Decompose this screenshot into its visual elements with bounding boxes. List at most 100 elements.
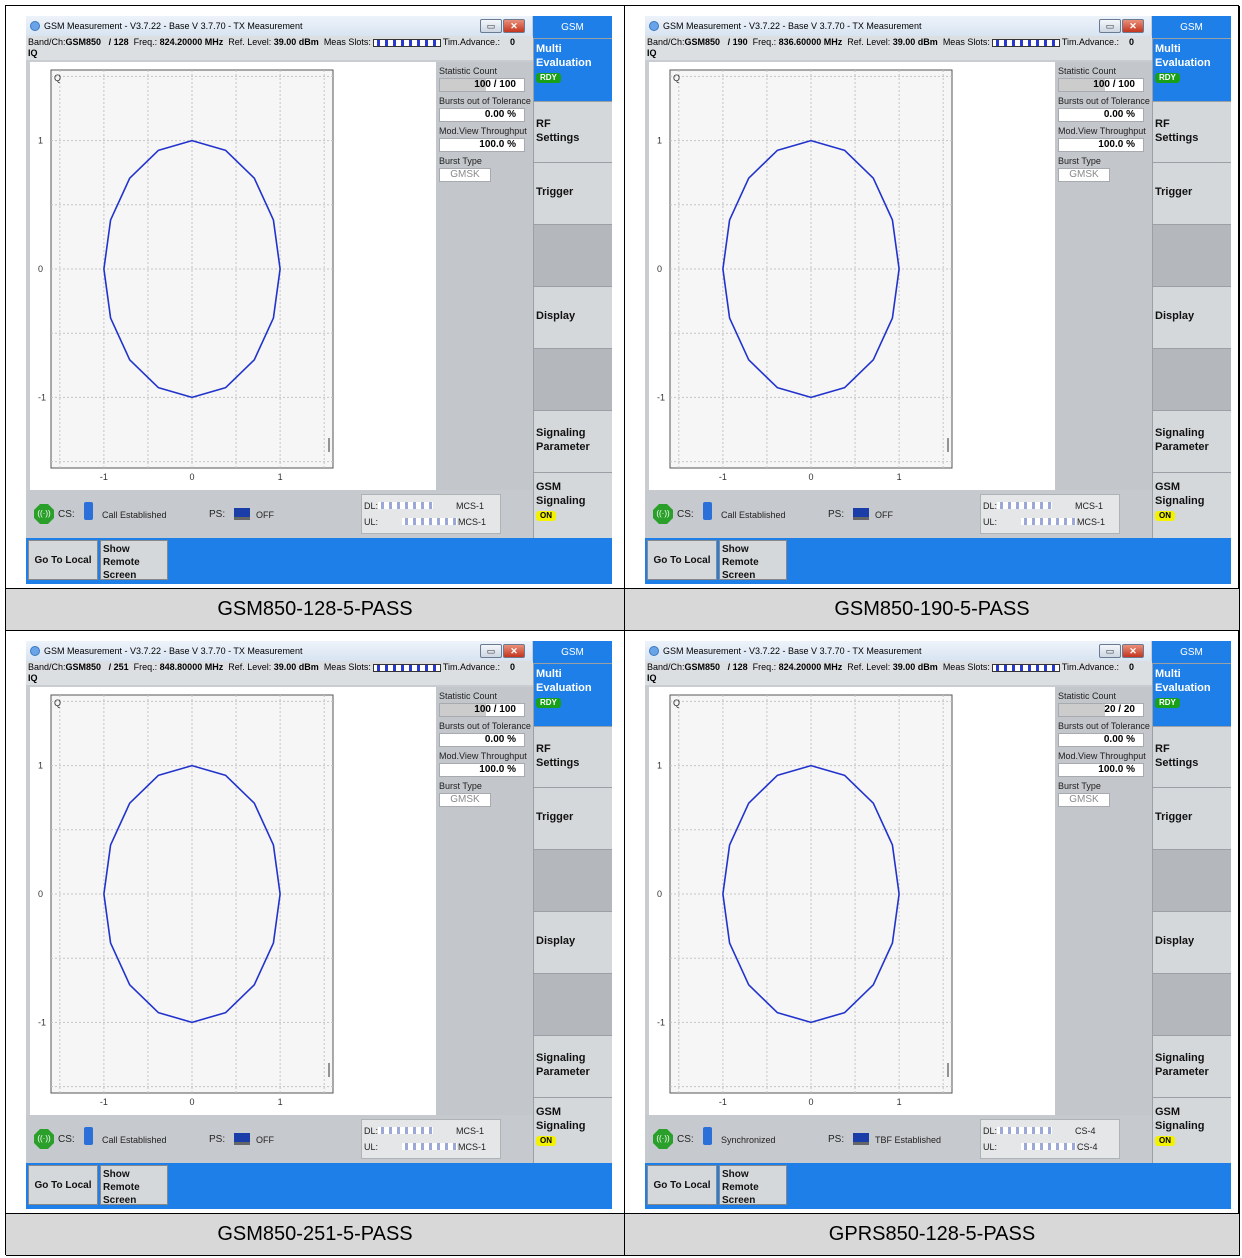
empty-softkey[interactable] bbox=[1152, 224, 1231, 286]
ref-value: 39.00 dBm bbox=[273, 662, 319, 672]
close-button[interactable]: ✕ bbox=[1122, 644, 1144, 658]
meas-slots-label: Meas Slots: bbox=[323, 37, 371, 47]
empty-softkey[interactable] bbox=[1152, 849, 1231, 911]
ul-coding: MCS-1 bbox=[458, 517, 487, 527]
multi-evaluation-softkey[interactable]: Multi Evaluation RDY bbox=[533, 663, 612, 726]
gsm-signaling-softkey[interactable]: GSM Signaling ON bbox=[1152, 472, 1231, 538]
ul-slot-bar bbox=[402, 518, 457, 525]
ps-label: PS: bbox=[209, 1134, 226, 1145]
iq-plot: 1 0 -1 -1 0 1 Q bbox=[30, 62, 436, 490]
empty-softkey[interactable] bbox=[533, 224, 612, 286]
display-softkey[interactable]: Display bbox=[1152, 286, 1231, 348]
tim-adv-label: Tim.Advance.: bbox=[442, 662, 501, 672]
tim-adv-value: 0 bbox=[1129, 662, 1135, 672]
x-tick-label: 1 bbox=[897, 1097, 902, 1107]
close-button[interactable]: ✕ bbox=[1122, 19, 1144, 33]
signaling-parameter-softkey[interactable]: Signaling Parameter bbox=[533, 410, 612, 472]
minimize-button[interactable]: ▭ bbox=[480, 19, 502, 33]
burst-type-label: Burst Type bbox=[439, 781, 482, 791]
info-bar: Band/Ch:GSM850 / 128 Freq.: 824.20000 MH… bbox=[26, 36, 533, 60]
rf-settings-softkey[interactable]: RF Settings bbox=[533, 726, 612, 787]
show-remote-screen-button[interactable]: Show Remote Screen bbox=[719, 540, 787, 581]
dl-label: DL: bbox=[983, 501, 998, 511]
q-axis-label: Q bbox=[54, 73, 61, 83]
dl-slot-bar bbox=[378, 502, 433, 509]
empty-softkey[interactable] bbox=[533, 973, 612, 1035]
display-softkey[interactable]: Display bbox=[1152, 911, 1231, 973]
minimize-button[interactable]: ▭ bbox=[480, 644, 502, 658]
rdy-badge: RDY bbox=[1155, 73, 1180, 83]
cs-status: Call Established bbox=[102, 510, 167, 520]
gsm-signaling-softkey[interactable]: GSM Signaling ON bbox=[533, 472, 612, 538]
laptop-icon bbox=[234, 508, 250, 520]
empty-softkey[interactable] bbox=[1152, 973, 1231, 1035]
show-remote-screen-button[interactable]: Show Remote Screen bbox=[100, 1165, 168, 1206]
y-tick-label: 0 bbox=[38, 264, 43, 274]
button-label: Screen bbox=[722, 1195, 756, 1206]
stat-count-label: Statistic Count bbox=[1058, 66, 1117, 76]
rf-settings-softkey[interactable]: RF Settings bbox=[1152, 726, 1231, 787]
ref-value: 39.00 dBm bbox=[892, 662, 938, 672]
empty-softkey[interactable] bbox=[533, 348, 612, 410]
x-tick-label: -1 bbox=[719, 472, 727, 482]
empty-softkey[interactable] bbox=[1152, 348, 1231, 410]
iq-plot-svg: 1 0 -1 -1 0 1 Q bbox=[38, 694, 334, 1107]
freq-value: 824.20000 MHz bbox=[159, 37, 224, 47]
q-axis-label: Q bbox=[54, 698, 61, 708]
stat-count-value: 100 / 100 bbox=[439, 703, 525, 717]
signaling-parameter-softkey[interactable]: Signaling Parameter bbox=[533, 1035, 612, 1097]
go-to-local-button[interactable]: Go To Local bbox=[28, 1165, 98, 1205]
bottom-bar: Go To Local Show Remote Screen bbox=[645, 1163, 1231, 1209]
softkey-label: RF bbox=[1155, 118, 1170, 130]
gsm-signaling-softkey[interactable]: GSM Signaling ON bbox=[533, 1097, 612, 1163]
softkey-label: Display bbox=[1155, 935, 1195, 947]
trigger-softkey[interactable]: Trigger bbox=[1152, 787, 1231, 849]
softkey-label: Multi bbox=[536, 668, 562, 680]
go-to-local-button[interactable]: Go To Local bbox=[28, 540, 98, 580]
ref-label: Ref. Level: bbox=[228, 37, 272, 47]
show-remote-screen-button[interactable]: Show Remote Screen bbox=[719, 1165, 787, 1206]
close-button[interactable]: ✕ bbox=[503, 19, 525, 33]
stat-count-value: 100 / 100 bbox=[1058, 78, 1144, 92]
y-tick-label: 0 bbox=[657, 264, 662, 274]
trigger-softkey[interactable]: Trigger bbox=[533, 162, 612, 224]
close-button[interactable]: ✕ bbox=[503, 644, 525, 658]
rf-settings-softkey[interactable]: RF Settings bbox=[1152, 101, 1231, 162]
multi-evaluation-softkey[interactable]: Multi Evaluation RDY bbox=[1152, 38, 1231, 101]
rf-settings-softkey[interactable]: RF Settings bbox=[533, 101, 612, 162]
gsm-signaling-softkey[interactable]: GSM Signaling ON bbox=[1152, 1097, 1231, 1163]
multi-evaluation-softkey[interactable]: Multi Evaluation RDY bbox=[533, 38, 612, 101]
bottom-bar: Go To Local Show Remote Screen bbox=[26, 538, 612, 584]
phone-icon bbox=[84, 1127, 93, 1145]
signaling-parameter-softkey[interactable]: Signaling Parameter bbox=[1152, 410, 1231, 472]
go-to-local-button[interactable]: Go To Local bbox=[647, 1165, 717, 1205]
trigger-softkey[interactable]: Trigger bbox=[1152, 162, 1231, 224]
minimize-button[interactable]: ▭ bbox=[1099, 19, 1121, 33]
signaling-parameter-softkey[interactable]: Signaling Parameter bbox=[1152, 1035, 1231, 1097]
minimize-button[interactable]: ▭ bbox=[1099, 644, 1121, 658]
burst-type-value: GMSK bbox=[1058, 793, 1110, 807]
softkey-label: Evaluation bbox=[536, 682, 592, 694]
y-tick-label: 1 bbox=[38, 136, 43, 146]
stat-count-label: Statistic Count bbox=[1058, 691, 1117, 701]
trigger-softkey[interactable]: Trigger bbox=[533, 787, 612, 849]
go-to-local-button[interactable]: Go To Local bbox=[647, 540, 717, 580]
dl-coding: MCS-1 bbox=[1075, 501, 1104, 511]
channel-value: / 128 bbox=[727, 662, 748, 672]
connection-status-bar: ((·)) CS: Call Established PS: OFF DL: M… bbox=[26, 1115, 533, 1163]
x-tick-label: -1 bbox=[100, 472, 108, 482]
softkey-label: Settings bbox=[1155, 132, 1199, 144]
x-tick-label: 0 bbox=[189, 1097, 194, 1107]
window-title: GSM Measurement - V3.7.22 - Base V 3.7.7… bbox=[44, 646, 303, 656]
multi-evaluation-softkey[interactable]: Multi Evaluation RDY bbox=[1152, 663, 1231, 726]
freq-label: Freq.: bbox=[752, 37, 777, 47]
y-tick-label: -1 bbox=[657, 1017, 665, 1027]
display-softkey[interactable]: Display bbox=[533, 911, 612, 973]
show-remote-screen-button[interactable]: Show Remote Screen bbox=[100, 540, 168, 581]
empty-softkey[interactable] bbox=[533, 849, 612, 911]
softkey-label: Trigger bbox=[1155, 186, 1193, 198]
dl-label: DL: bbox=[983, 1126, 998, 1136]
display-softkey[interactable]: Display bbox=[533, 286, 612, 348]
button-label: Screen bbox=[103, 570, 137, 581]
ref-value: 39.00 dBm bbox=[892, 37, 938, 47]
